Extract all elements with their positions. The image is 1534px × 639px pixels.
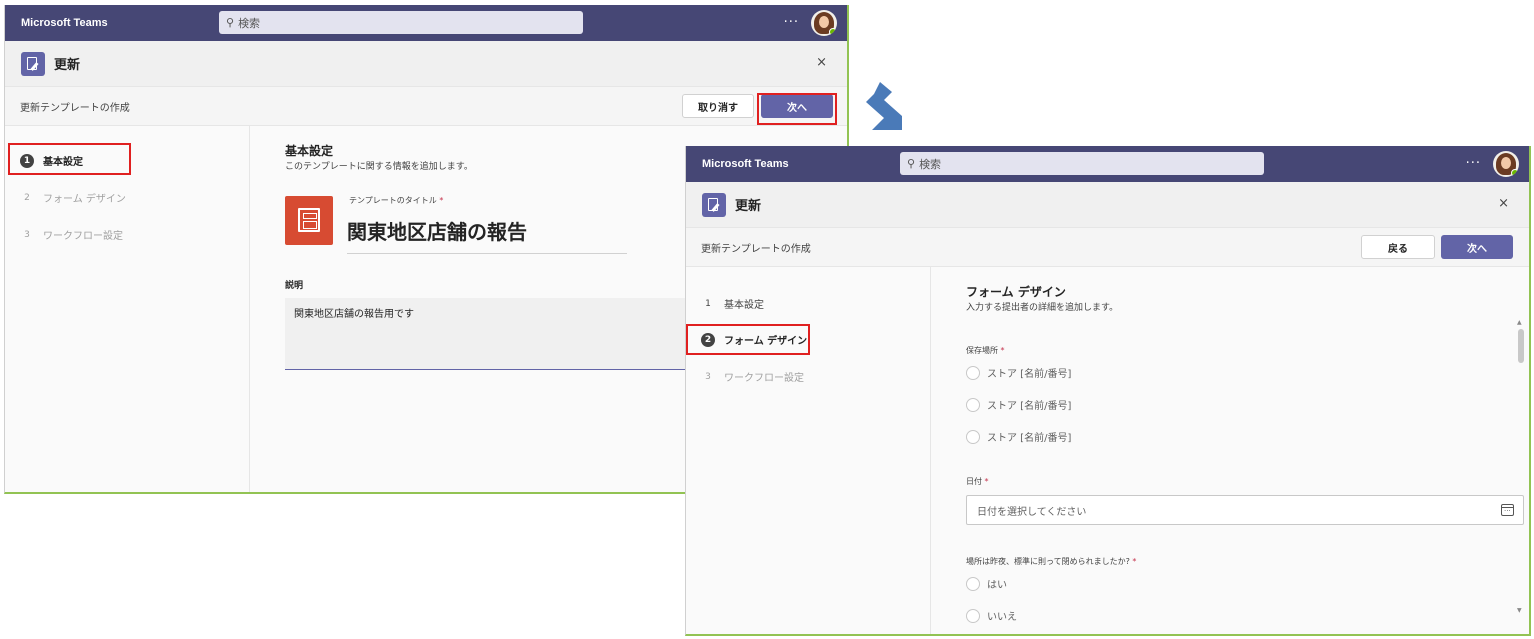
search-placeholder: 検索 <box>238 16 261 30</box>
avatar[interactable] <box>1493 151 1519 177</box>
search-icon: ⚲ <box>907 157 916 170</box>
form-design-screen: Microsoft Teams ⚲ 検索 ··· 更新 × 更新テンプレートの作… <box>685 146 1531 636</box>
closed-question-label: 場所は昨夜、標準に則って閉められましたか? * <box>966 557 1137 566</box>
radio-button[interactable] <box>966 576 980 591</box>
step-workflow-settings[interactable]: 3 ワークフロー設定 <box>20 227 123 243</box>
radio-button[interactable] <box>966 365 980 380</box>
step-sidebar: 1 基本設定 2 フォーム デザイン 3 ワークフロー設定 <box>686 267 931 634</box>
scroll-down-icon[interactable]: ▼ <box>1517 607 1522 614</box>
template-title-label: テンプレートのタイトル * <box>349 196 444 205</box>
updates-app-icon <box>702 192 726 217</box>
required-mark: * <box>984 477 989 486</box>
active-step-highlight <box>686 324 810 355</box>
app-name: Microsoft Teams <box>702 158 789 170</box>
app-header: 更新 × <box>5 41 847 87</box>
store-option-1[interactable]: ストア [名前/番号] <box>966 365 1071 380</box>
step-number: 2 <box>24 192 30 203</box>
updates-app-icon <box>21 51 45 76</box>
wizard-body: 1 基本設定 2 フォーム デザイン 3 ワークフロー設定 フォーム デザイン … <box>686 267 1529 634</box>
app-name: Microsoft Teams <box>21 17 108 29</box>
required-mark: * <box>1132 557 1137 566</box>
form-fields: フォーム デザイン 入力する提出者の詳細を追加します。 保存場所 * ストア [… <box>966 267 1529 634</box>
page-title: 更新 <box>735 199 762 214</box>
step-basic-settings[interactable]: 1 基本設定 <box>701 296 764 312</box>
search-placeholder: 検索 <box>919 157 942 171</box>
transition-arrow-icon <box>866 82 902 130</box>
template-title-input[interactable]: 関東地区店舗の報告 <box>347 216 627 254</box>
required-mark: * <box>1000 346 1005 355</box>
avatar[interactable] <box>811 10 837 36</box>
radio-button[interactable] <box>966 397 980 412</box>
step-label: フォーム デザイン <box>43 194 126 205</box>
vertical-scrollbar[interactable]: ▲ ▼ <box>1517 267 1525 634</box>
section-title: 基本設定 <box>285 144 334 158</box>
search-input[interactable]: ⚲ 検索 <box>900 152 1264 175</box>
next-button-highlight <box>757 93 837 125</box>
presence-status-icon <box>1511 169 1519 177</box>
step-number: 3 <box>24 229 30 240</box>
more-options-button[interactable]: ··· <box>784 15 799 30</box>
app-header: 更新 × <box>686 182 1529 228</box>
next-button[interactable]: 次へ <box>1441 235 1513 259</box>
step-label: 基本設定 <box>724 300 764 311</box>
wizard-toolbar: 更新テンプレートの作成 戻る 次へ <box>686 228 1529 267</box>
scroll-thumb[interactable] <box>1518 329 1524 363</box>
storage-location-label: 保存場所 * <box>966 346 1005 355</box>
page-title: 更新 <box>54 58 81 73</box>
back-button[interactable]: 戻る <box>1361 235 1435 259</box>
step-form-design[interactable]: 2 フォーム デザイン <box>20 190 126 206</box>
store-option-2[interactable]: ストア [名前/番号] <box>966 397 1071 412</box>
form-design-content: フォーム デザイン 入力する提出者の詳細を追加します。 保存場所 * ストア [… <box>966 267 1529 634</box>
section-description: このテンプレートに関する情報を追加します。 <box>285 162 473 172</box>
date-placeholder: 日付を選択してください <box>977 506 1087 518</box>
date-picker-input[interactable]: 日付を選択してください <box>966 495 1524 525</box>
radio-button[interactable] <box>966 608 980 623</box>
radio-button[interactable] <box>966 429 980 444</box>
store-option-3[interactable]: ストア [名前/番号] <box>966 429 1071 444</box>
wizard-subtitle: 更新テンプレートの作成 <box>20 102 130 114</box>
step-label: ワークフロー設定 <box>724 373 804 384</box>
template-store-icon[interactable] <box>285 196 333 245</box>
answer-no-option[interactable]: いいえ <box>966 608 1017 623</box>
step-workflow-settings[interactable]: 3 ワークフロー設定 <box>701 369 804 385</box>
description-label: 説明 <box>285 281 304 291</box>
cancel-button[interactable]: 取り消す <box>682 94 754 118</box>
close-icon[interactable]: × <box>816 55 827 70</box>
teams-title-bar: Microsoft Teams ⚲ 検索 ··· <box>686 146 1529 182</box>
step-label: ワークフロー設定 <box>43 231 123 242</box>
wizard-toolbar: 更新テンプレートの作成 取り消す 次へ <box>5 87 847 126</box>
answer-yes-option[interactable]: はい <box>966 576 1007 591</box>
more-options-button[interactable]: ··· <box>1466 156 1481 171</box>
presence-status-icon <box>829 28 837 36</box>
section-description: 入力する提出者の詳細を追加します。 <box>966 303 1119 313</box>
date-label: 日付 * <box>966 477 989 486</box>
wizard-subtitle: 更新テンプレートの作成 <box>701 243 811 255</box>
search-icon: ⚲ <box>226 16 235 29</box>
search-input[interactable]: ⚲ 検索 <box>219 11 583 34</box>
scroll-up-icon[interactable]: ▲ <box>1517 319 1522 326</box>
step-number: 1 <box>705 298 711 309</box>
active-step-highlight <box>8 143 131 175</box>
step-sidebar: 1 基本設定 2 フォーム デザイン 3 ワークフロー設定 <box>5 126 250 492</box>
close-icon[interactable]: × <box>1498 196 1509 211</box>
description-input[interactable]: 関東地区店舗の報告用です <box>285 298 705 370</box>
required-mark: * <box>439 196 444 205</box>
calendar-icon[interactable] <box>1501 504 1514 516</box>
section-title: フォーム デザイン <box>966 285 1066 299</box>
teams-title-bar: Microsoft Teams ⚲ 検索 ··· <box>5 5 847 41</box>
step-number: 3 <box>705 371 711 382</box>
